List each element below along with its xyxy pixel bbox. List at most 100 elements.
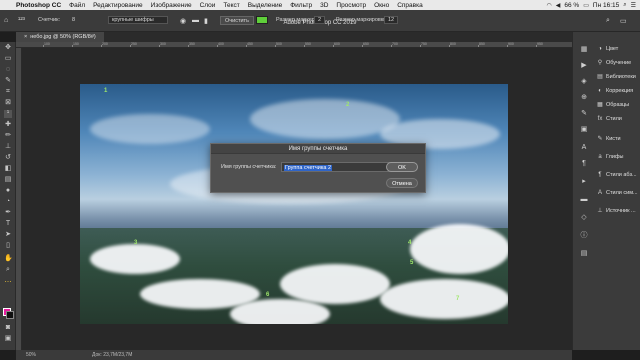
quick-mask-icon[interactable]: ◙ <box>4 324 12 332</box>
panel-swatches[interactable]: ▦ Образцы <box>596 100 640 109</box>
panel-adjustments[interactable]: ◐ Коррекция <box>596 86 640 95</box>
pen-tool-icon[interactable]: ✒ <box>4 209 12 217</box>
panel-brushes[interactable]: ✎ Кисти <box>596 134 640 143</box>
brush-settings-icon[interactable]: ▸ <box>579 178 589 186</box>
dodge-tool-icon[interactable]: ◔ <box>4 198 12 206</box>
menu-window[interactable]: Окно <box>370 2 393 9</box>
frame-tool-icon[interactable]: ⊠ <box>4 99 12 107</box>
ruler-tick <box>449 45 450 47</box>
actions-panel-icon[interactable]: ▶ <box>579 62 589 70</box>
menu-file[interactable]: Файл <box>65 2 89 9</box>
search-icon[interactable]: ⌕ <box>606 17 610 25</box>
zoom-level[interactable]: 50% <box>26 352 36 358</box>
menu-view[interactable]: Просмотр <box>332 2 370 9</box>
type-tool-icon[interactable]: T <box>4 220 12 228</box>
paragraph-panel-icon[interactable]: ¶ <box>579 160 589 168</box>
menu-3d[interactable]: 3D <box>316 2 332 9</box>
clear-button[interactable]: Очистить <box>220 16 254 25</box>
marker-size2-field[interactable]: 12 <box>384 16 399 24</box>
layers-panel-icon[interactable]: ◈ <box>579 78 589 86</box>
paragraph-styles-icon: ¶ <box>598 171 602 178</box>
menu-type[interactable]: Текст <box>219 2 243 9</box>
panel-styles[interactable]: fx Стили <box>596 114 640 123</box>
channels-panel-icon[interactable]: ⊕ <box>579 94 589 102</box>
timeline-panel-icon[interactable]: ▬ <box>579 196 589 204</box>
home-icon[interactable]: ⌂ <box>4 17 8 24</box>
trash-icon[interactable]: ▮ <box>204 17 208 25</box>
history-brush-icon[interactable]: ↺ <box>4 154 12 162</box>
count-marker[interactable]: 1 <box>104 88 107 94</box>
marker-color-swatch[interactable] <box>256 16 268 24</box>
menu-bar: Photoshop CC Файл Редактирование Изображ… <box>0 0 640 10</box>
menu-help[interactable]: Справка <box>393 2 427 9</box>
eraser-tool-icon[interactable]: ◧ <box>4 165 12 173</box>
panel-character-styles[interactable]: A Стили сим... <box>596 188 640 197</box>
document-canvas[interactable]: 1 2 3 4 5 6 7 <box>80 84 508 324</box>
marker-size-field[interactable]: 2 <box>314 16 326 24</box>
cancel-button[interactable]: Отмена <box>386 178 418 188</box>
move-tool-icon[interactable]: ✥ <box>4 44 12 52</box>
brush-tool-icon[interactable]: ✏ <box>4 132 12 140</box>
tab-close-icon[interactable]: × <box>24 34 27 40</box>
menu-image[interactable]: Изображение <box>147 2 196 9</box>
counter-group-select[interactable]: крупные шифры <box>108 16 168 24</box>
healing-brush-icon[interactable]: ✚ <box>4 121 12 129</box>
count-tool-icon[interactable]: ¹²³ <box>18 17 25 24</box>
crop-tool-icon[interactable]: ⌗ <box>4 88 12 96</box>
panel-paragraph-styles[interactable]: ¶ Стили абз... <box>596 170 640 179</box>
count-marker[interactable]: 7 <box>456 296 459 302</box>
edit-toolbar-icon[interactable]: ⋯ <box>4 279 12 287</box>
menu-filter[interactable]: Фильтр <box>286 2 316 9</box>
workspace-icon[interactable]: ▭ <box>620 17 627 25</box>
marquee-tool-icon[interactable]: ▭ <box>4 55 12 63</box>
count-tool-icon[interactable]: ¹ <box>4 110 12 118</box>
ruler-tick <box>188 45 189 47</box>
menu-edit[interactable]: Редактирование <box>89 2 147 9</box>
gradient-tool-icon[interactable]: ▤ <box>4 176 12 184</box>
search-icon[interactable]: ⌕ <box>623 2 626 9</box>
panel-learn[interactable]: ⚲ Обучение <box>596 58 640 67</box>
panel-glyphs[interactable]: a Глифы <box>596 152 640 161</box>
background-color-swatch[interactable] <box>6 311 14 319</box>
document-size[interactable]: Док: 23,7M/23,7M <box>92 352 132 358</box>
document-tab[interactable]: × небо.jpg @ 50% (RGB/8#) <box>16 32 104 42</box>
styles-icon: fx <box>597 115 603 122</box>
hand-tool-icon[interactable]: ✋ <box>4 255 13 263</box>
paths-panel-icon[interactable]: ✎ <box>579 110 589 118</box>
volume-icon[interactable]: ◀ <box>556 2 561 9</box>
count-marker[interactable]: 2 <box>346 102 349 108</box>
panel-clone-source[interactable]: ⊥ Источник ... <box>596 206 640 215</box>
battery-icon[interactable]: ▭ <box>583 2 589 9</box>
character-panel-icon[interactable]: A <box>579 144 589 152</box>
3d-panel-icon[interactable]: ◇ <box>579 214 589 222</box>
menu-select[interactable]: Выделение <box>244 2 286 9</box>
menu-app[interactable]: Photoshop CC <box>12 2 65 9</box>
properties-panel-icon[interactable]: ▣ <box>579 126 589 134</box>
wifi-icon[interactable]: ◠ <box>547 2 552 9</box>
group-name-input[interactable]: Группа счетчика 2 <box>281 162 391 172</box>
document-tabbar: × небо.jpg @ 50% (RGB/8#) <box>16 32 572 42</box>
count-marker[interactable]: 4 <box>408 240 411 246</box>
count-marker[interactable]: 3 <box>134 240 137 246</box>
count-marker[interactable]: 6 <box>266 292 269 298</box>
info-panel-icon[interactable]: ⓘ <box>579 232 589 240</box>
folder-icon[interactable]: ▬ <box>192 17 199 24</box>
lasso-tool-icon[interactable]: ◌ <box>4 66 12 74</box>
screen-mode-icon[interactable]: ▣ <box>4 335 12 343</box>
menu-list-icon[interactable]: ☰ <box>631 2 636 9</box>
clock[interactable]: Пн 16:15 <box>593 2 619 9</box>
quick-select-tool-icon[interactable]: ✎ <box>4 77 12 85</box>
history-panel-icon[interactable]: ▦ <box>579 46 589 54</box>
menu-layers[interactable]: Слои <box>196 2 220 9</box>
stamp-tool-icon[interactable]: ⊥ <box>4 143 12 151</box>
panel-color[interactable]: ◑ Цвет <box>596 44 640 53</box>
count-marker[interactable]: 5 <box>410 260 413 266</box>
zoom-tool-icon[interactable]: ⌕ <box>4 266 12 274</box>
eye-icon[interactable]: ◉ <box>180 17 186 25</box>
panel-libraries[interactable]: ▤ Библиотеки <box>596 72 640 81</box>
blur-tool-icon[interactable]: ● <box>4 187 12 195</box>
rectangle-tool-icon[interactable]: ▯ <box>4 242 12 250</box>
notes-panel-icon[interactable]: ▤ <box>579 250 589 258</box>
ok-button[interactable]: OK <box>386 162 418 172</box>
path-select-icon[interactable]: ➤ <box>4 231 12 239</box>
